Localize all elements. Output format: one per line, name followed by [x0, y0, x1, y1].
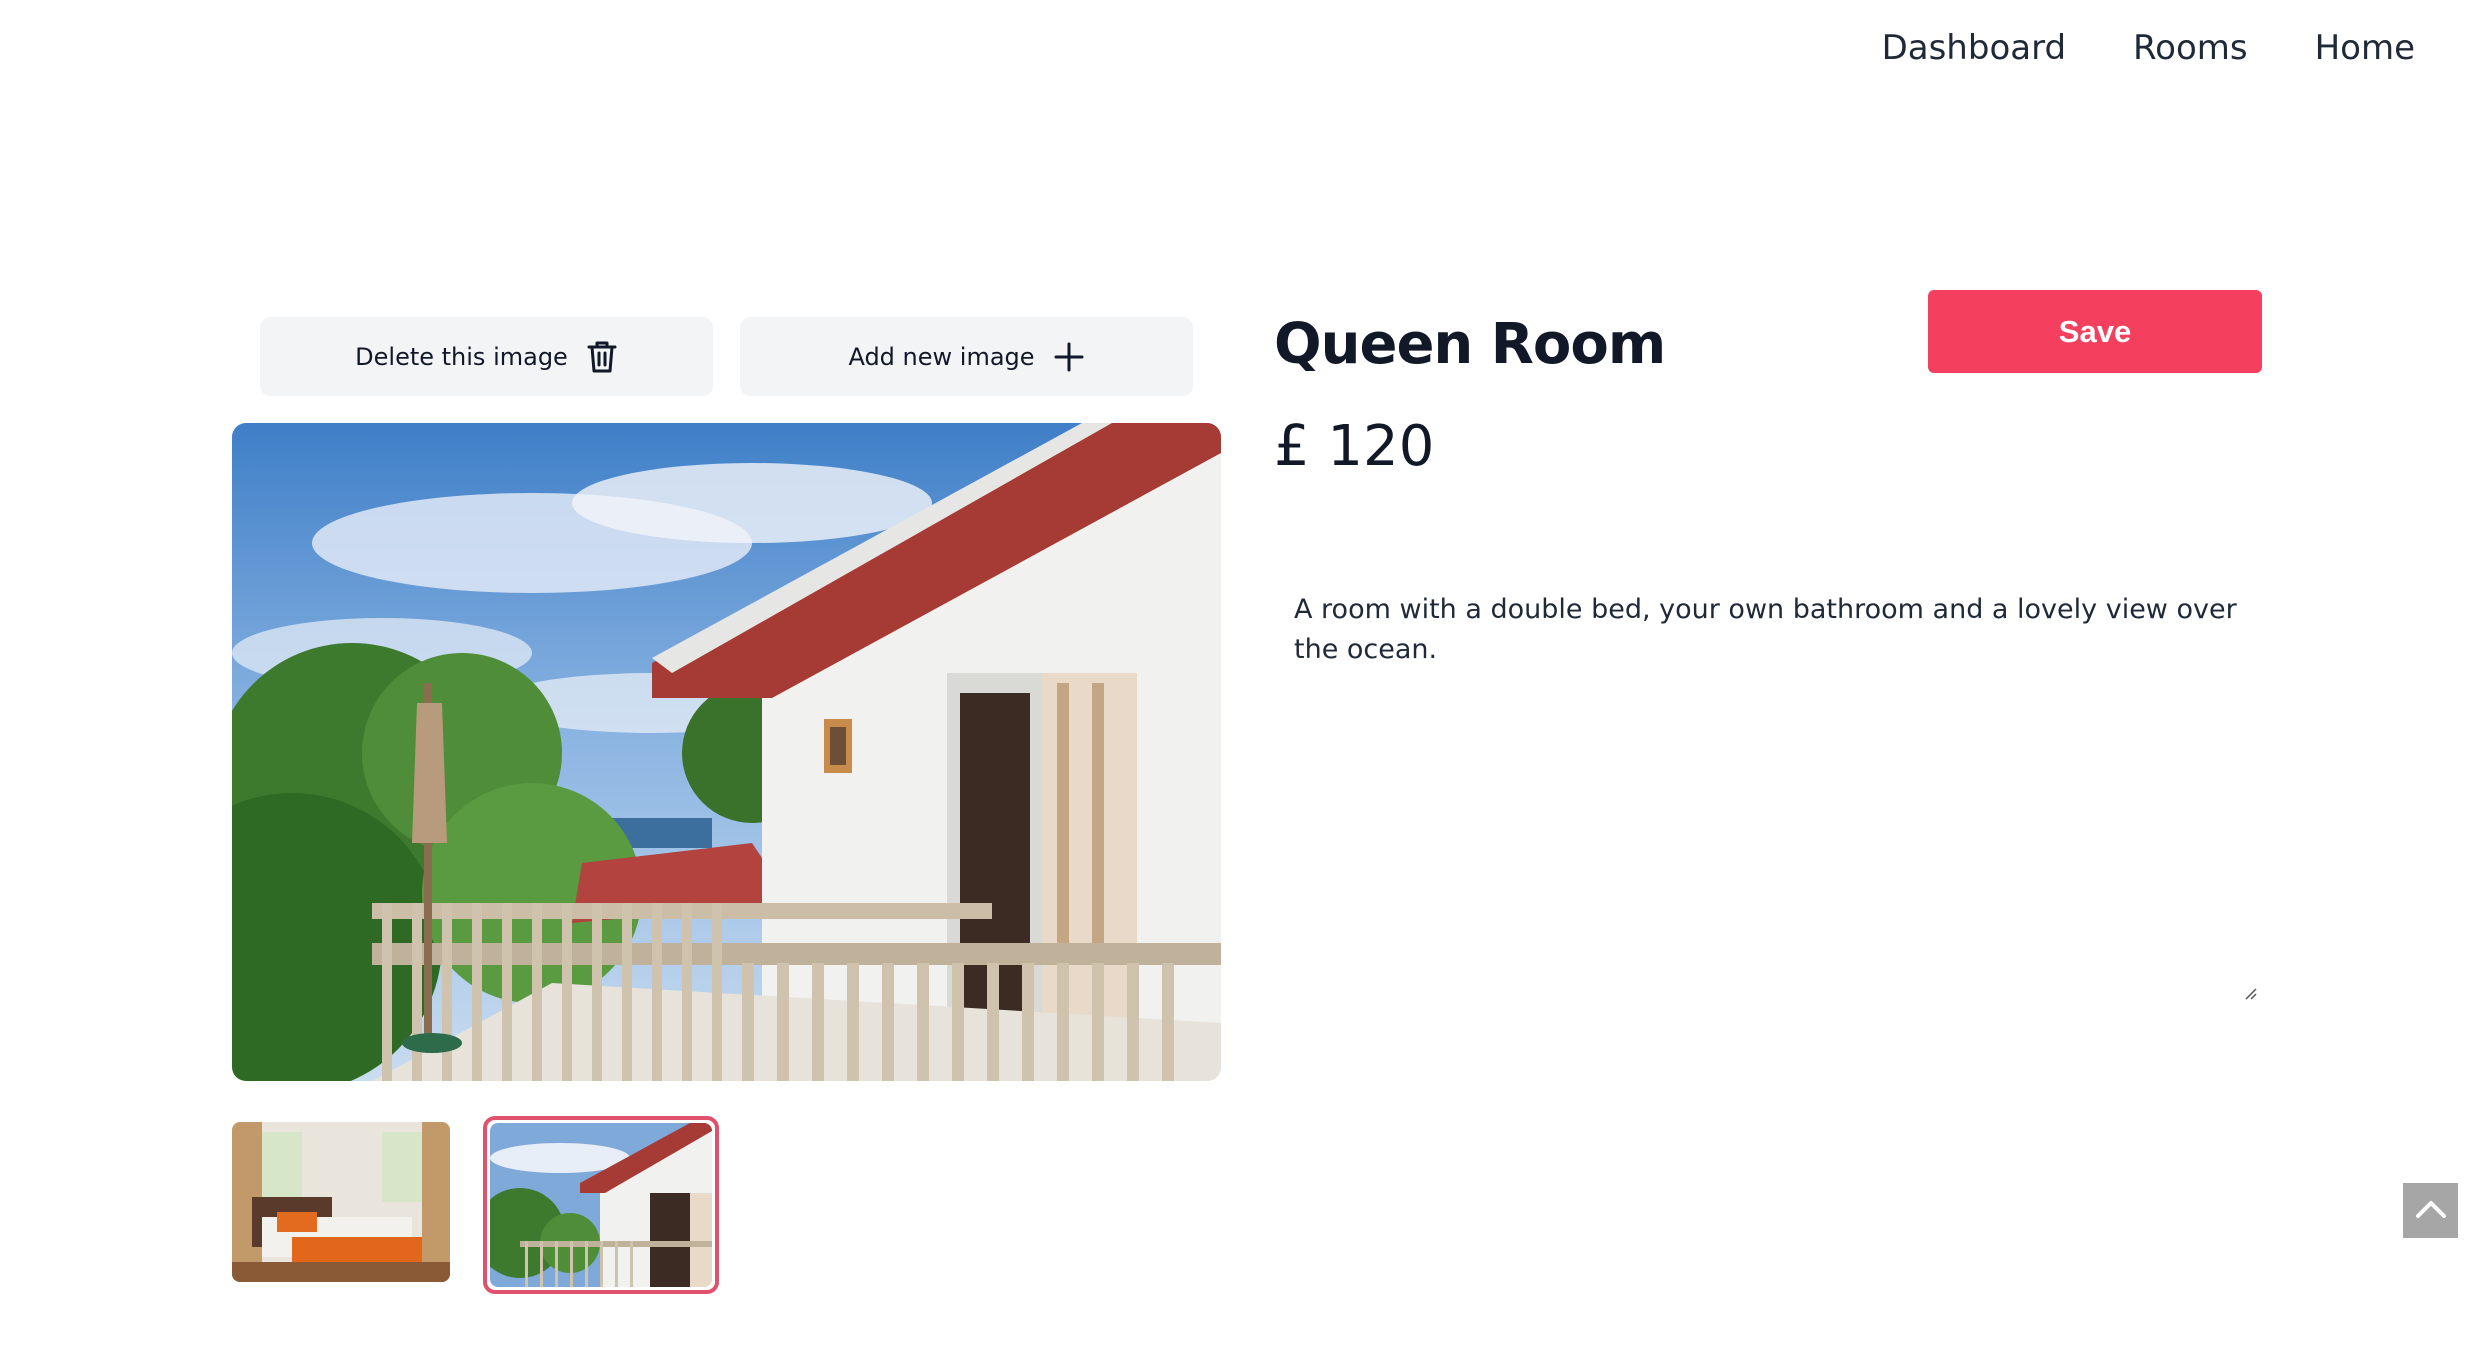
nav-rooms[interactable]: Rooms	[2133, 28, 2248, 68]
thumbnail-balcony[interactable]	[483, 1116, 719, 1294]
plus-icon	[1053, 341, 1085, 373]
room-description-textarea[interactable]: A room with a double bed, your own bathr…	[1274, 570, 2262, 1002]
resize-handle-icon[interactable]	[2244, 986, 2258, 1005]
main-room-image	[232, 423, 1221, 1081]
add-image-button[interactable]: Add new image	[740, 317, 1193, 396]
scroll-to-top-button[interactable]	[2403, 1183, 2458, 1238]
trash-icon	[586, 339, 618, 375]
room-title[interactable]: Queen Room	[1274, 312, 1666, 377]
balcony-photo	[490, 1123, 712, 1287]
bedroom-photo	[232, 1122, 450, 1282]
top-nav: Dashboard Rooms Home	[1882, 28, 2415, 68]
delete-image-button[interactable]: Delete this image	[260, 317, 713, 396]
nav-home[interactable]: Home	[2315, 28, 2415, 68]
room-price[interactable]: £ 120	[1274, 414, 1434, 479]
add-image-label: Add new image	[848, 342, 1035, 371]
save-button[interactable]: Save	[1928, 290, 2262, 373]
delete-image-label: Delete this image	[355, 342, 568, 371]
thumbnail-bedroom[interactable]	[232, 1122, 450, 1282]
chevron-up-icon	[2414, 1198, 2448, 1224]
nav-dashboard[interactable]: Dashboard	[1882, 28, 2066, 68]
